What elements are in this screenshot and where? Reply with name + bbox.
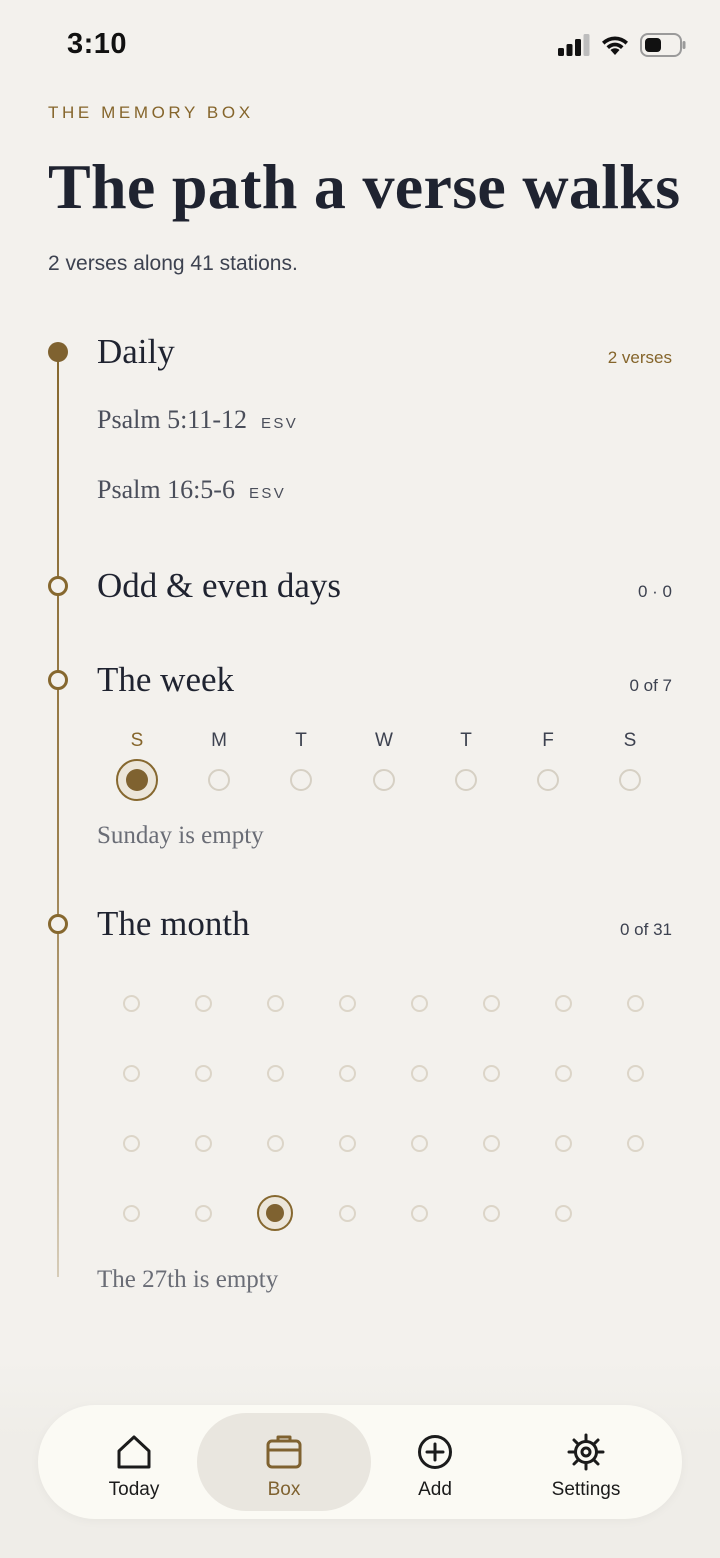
status-icons	[558, 33, 686, 57]
month-empty-note: The 27th is empty	[97, 1266, 279, 1293]
weekday-dot-fri[interactable]	[537, 769, 559, 791]
add-circle-icon	[418, 1435, 452, 1469]
tab-settings[interactable]: Settings	[499, 1413, 673, 1511]
verse-reference: Psalm 5:11-12	[97, 405, 247, 434]
week-empty-note: Sunday is empty	[97, 822, 264, 849]
month-day-dot[interactable]	[482, 1134, 500, 1152]
page-subtitle: 2 verses along 41 stations.	[48, 252, 298, 275]
tab-label: Add	[418, 1479, 452, 1500]
month-day-dot[interactable]	[122, 1064, 140, 1082]
weekday-dot-mon[interactable]	[208, 769, 230, 791]
weekday-label-wed: W	[375, 730, 393, 751]
weekday-dot-sat[interactable]	[619, 769, 641, 791]
month-day-dot[interactable]	[482, 1204, 500, 1222]
month-day-dot[interactable]	[338, 994, 356, 1012]
month-day-dot[interactable]	[554, 1064, 572, 1082]
verse-translation: ESV	[260, 415, 299, 432]
month-day-dot[interactable]	[122, 1204, 140, 1222]
month-day-dot[interactable]	[554, 994, 572, 1012]
month-day-dot[interactable]	[626, 994, 644, 1012]
month-day-dot[interactable]	[122, 994, 140, 1012]
weekday-dot-tue[interactable]	[290, 769, 312, 791]
month-day-dot[interactable]	[410, 1204, 428, 1222]
weekday-label-sun: S	[130, 730, 144, 751]
timeline-line	[57, 352, 59, 1277]
tab-add[interactable]: Add	[348, 1413, 522, 1511]
tab-label: Box	[267, 1479, 301, 1500]
month-day-dot[interactable]	[338, 1064, 356, 1082]
tab-label: Settings	[551, 1479, 621, 1500]
verse-translation: ESV	[248, 485, 287, 502]
weekday-dot-thu[interactable]	[455, 769, 477, 791]
section-title-daily[interactable]: Daily	[97, 332, 175, 372]
month-day-dot[interactable]	[194, 1134, 212, 1152]
timeline-node-month	[48, 914, 68, 934]
month-day-dot[interactable]	[194, 1064, 212, 1082]
month-day-dot[interactable]	[266, 994, 284, 1012]
tab-label: Today	[108, 1479, 160, 1500]
timeline-node-odd-even	[48, 576, 68, 596]
timeline-node-week	[48, 670, 68, 690]
weekday-label-mon: M	[211, 730, 227, 751]
wifi-icon	[602, 36, 628, 55]
month-day-dot[interactable]	[410, 994, 428, 1012]
weekday-dot-wed[interactable]	[373, 769, 395, 791]
cellular-signal-icon	[558, 34, 590, 56]
month-day-dot[interactable]	[410, 1064, 428, 1082]
month-day-dot[interactable]	[338, 1204, 356, 1222]
weekday-label-thu: T	[460, 730, 472, 751]
section-title-month[interactable]: The month	[97, 904, 250, 944]
section-count-month: 0 of 31	[620, 920, 672, 939]
section-count-week: 0 of 7	[629, 676, 672, 695]
month-day-dot[interactable]	[194, 994, 212, 1012]
tab-today[interactable]: Today	[47, 1413, 221, 1511]
verse-reference: Psalm 16:5-6	[97, 475, 235, 504]
status-time: 3:10	[67, 28, 128, 60]
month-day-dot[interactable]	[554, 1134, 572, 1152]
month-day-dot[interactable]	[482, 1064, 500, 1082]
gear-icon	[567, 1433, 605, 1471]
month-day-dot[interactable]	[626, 1134, 644, 1152]
month-day-dot[interactable]	[266, 1064, 284, 1082]
month-day-dot[interactable]	[194, 1204, 212, 1222]
section-title-week[interactable]: The week	[97, 660, 234, 700]
eyebrow-label: THE MEMORY BOX	[48, 103, 254, 122]
month-day-dot[interactable]	[338, 1134, 356, 1152]
tab-box[interactable]: Box	[197, 1413, 371, 1511]
weekday-label-sat: S	[623, 730, 637, 751]
box-icon	[266, 1435, 302, 1469]
weekday-dot-sun[interactable]	[116, 759, 158, 801]
home-icon	[117, 1435, 151, 1469]
section-count-daily: 2 verses	[607, 348, 672, 367]
page-title: The path a verse walks	[48, 151, 681, 222]
timeline-node-daily	[48, 342, 68, 362]
verse-item[interactable]: Psalm 16:5-6 ESV	[97, 475, 286, 505]
weekday-label-fri: F	[542, 730, 554, 751]
verse-item[interactable]: Psalm 5:11-12 ESV	[97, 405, 298, 435]
month-day-dot[interactable]	[554, 1204, 572, 1222]
month-day-dot[interactable]	[626, 1064, 644, 1082]
month-day-dot[interactable]	[257, 1195, 293, 1231]
month-day-dot[interactable]	[482, 994, 500, 1012]
section-title-odd-even[interactable]: Odd & even days	[97, 566, 341, 606]
section-count-odd-even: 0 · 0	[637, 582, 672, 601]
status-bar: 3:10	[0, 0, 720, 90]
month-day-dot[interactable]	[122, 1134, 140, 1152]
month-day-dot[interactable]	[266, 1134, 284, 1152]
bottom-tab-bar: Today Box Add Settings	[38, 1405, 682, 1519]
weekday-label-tue: T	[295, 730, 307, 751]
battery-icon	[640, 33, 686, 57]
month-day-dot[interactable]	[410, 1134, 428, 1152]
